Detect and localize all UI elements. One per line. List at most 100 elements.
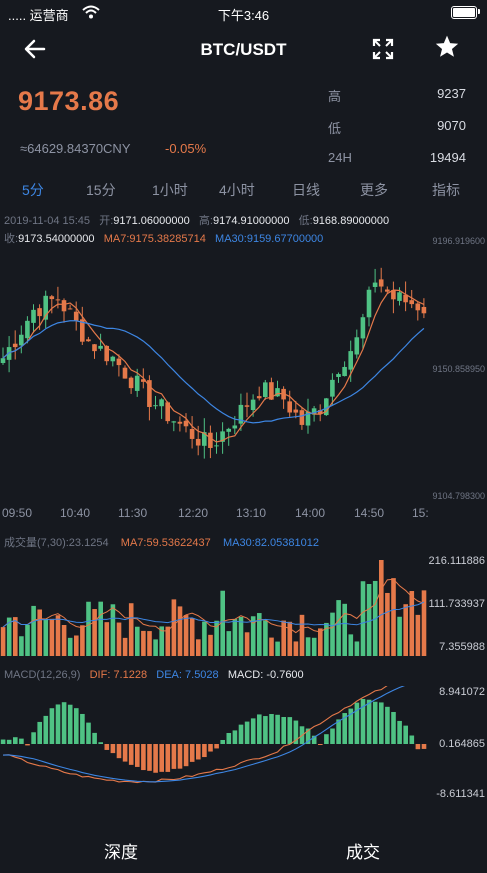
macd-bar — [324, 734, 329, 744]
macd-bar — [202, 744, 207, 758]
tab-daily[interactable]: 日线 — [292, 180, 320, 200]
price-cny: ≈64629.84370CNY — [20, 141, 131, 156]
volume-bar — [421, 590, 427, 656]
candle-body — [92, 344, 97, 352]
tab-15min[interactable]: 15分 — [86, 180, 116, 200]
volume-bar — [275, 641, 280, 656]
macd-chart[interactable] — [0, 686, 487, 801]
macd-bar — [141, 744, 146, 771]
candle-body — [232, 425, 238, 429]
candle-body — [366, 289, 372, 318]
volume-bar — [263, 620, 268, 656]
macd-bar — [37, 721, 42, 744]
volume-bar — [116, 622, 122, 656]
candle-body — [25, 320, 30, 339]
candle-body — [336, 374, 341, 377]
candle-body — [409, 300, 414, 305]
candle-body — [299, 410, 305, 425]
tab-1hour[interactable]: 1小时 — [152, 180, 188, 200]
macd-bar — [55, 704, 61, 744]
tab-5min[interactable]: 5分 — [22, 180, 44, 200]
volume-bar — [342, 603, 347, 656]
volume-bar — [287, 621, 293, 656]
volume-axis-top: 216.111886 — [428, 555, 485, 567]
volume-bar — [269, 637, 274, 656]
volume-bar — [366, 584, 372, 656]
battery-icon — [451, 6, 477, 19]
candle-body — [354, 337, 360, 355]
macd-bar — [275, 714, 280, 744]
tab-more[interactable]: 更多 — [360, 180, 388, 200]
candle-body — [159, 399, 164, 407]
macd-bar — [171, 744, 177, 769]
volume-bar — [74, 635, 79, 656]
macd-bar — [165, 744, 171, 772]
candle-body — [98, 345, 103, 349]
dea-value: 7.5028 — [185, 669, 219, 681]
volume-bar — [208, 634, 213, 656]
macd-bar — [397, 720, 402, 744]
candle-body — [208, 432, 213, 448]
macd-bar — [61, 702, 67, 744]
macd-bar — [128, 744, 134, 765]
macd-bar — [263, 716, 268, 744]
macd-bar — [196, 744, 201, 760]
page-title: BTC/USDT — [200, 40, 287, 59]
tab-indicators[interactable]: 指标 — [432, 180, 460, 200]
macd-bar — [409, 735, 415, 744]
vol-ma7-value: 59.53622437 — [146, 537, 211, 549]
volume-bar — [305, 637, 311, 656]
macd-bar — [415, 744, 421, 750]
macd-bar — [31, 732, 36, 744]
macd-bar — [98, 742, 103, 744]
macd-bar — [74, 708, 79, 744]
candle-body — [153, 405, 158, 407]
macd-info: MACD(12,26,9) DIF: 7.1228 DEA: 7.5028 MA… — [4, 669, 304, 681]
volume-bar — [171, 599, 177, 656]
volume-bar — [379, 560, 384, 656]
macd-bar — [244, 721, 250, 744]
volume-bar — [135, 626, 140, 656]
candle-body — [86, 339, 91, 342]
candle-body — [195, 438, 201, 446]
macd-bar — [116, 744, 122, 759]
macd-axis-bottom: -8.611341 — [436, 788, 485, 800]
macd-bar — [92, 732, 97, 744]
price-chart[interactable] — [0, 240, 487, 500]
volume-bar — [226, 631, 232, 656]
volume-chart[interactable] — [0, 556, 487, 656]
macd-bar — [0, 739, 6, 744]
price-change: -0.05% — [165, 141, 207, 156]
candle-info-line1: 2019-11-04 15:45 开:9171.06000000 高:9174.… — [4, 212, 389, 228]
candle-body — [287, 401, 292, 413]
volume-bar — [122, 637, 128, 656]
macd-bar — [232, 730, 238, 744]
macd-bar — [281, 717, 286, 744]
candle-body — [342, 366, 347, 377]
volume-bar — [147, 631, 152, 656]
price-axis-bottom: 9104.798300 — [432, 491, 485, 501]
trades-button[interactable]: 成交 — [346, 838, 380, 863]
high-label: 高 — [328, 89, 342, 104]
volume-bar — [397, 616, 402, 656]
volume-bar — [244, 632, 250, 656]
macd-bar — [257, 714, 262, 744]
volume-bar — [183, 615, 189, 656]
candle-body — [263, 382, 268, 398]
volume-bar — [311, 637, 317, 656]
volume-bar — [385, 592, 390, 656]
macd-bar — [238, 724, 244, 744]
tab-4hour[interactable]: 4小时 — [219, 180, 255, 200]
high-value: 9237 — [437, 86, 466, 101]
last-price: 9173.86 — [18, 86, 120, 116]
fullscreen-button[interactable] — [372, 38, 394, 60]
candle-body — [397, 292, 402, 301]
candle-body — [12, 343, 18, 348]
low-label-info: 低: — [298, 215, 313, 227]
status-bar: ..... 运营商 下午3:46 — [0, 0, 487, 26]
macd-bar — [183, 744, 189, 767]
volume-bar — [318, 628, 323, 656]
depth-button[interactable]: 深度 — [104, 838, 138, 863]
time-tick: 10:40 — [60, 506, 91, 520]
volume-bar — [25, 624, 30, 656]
